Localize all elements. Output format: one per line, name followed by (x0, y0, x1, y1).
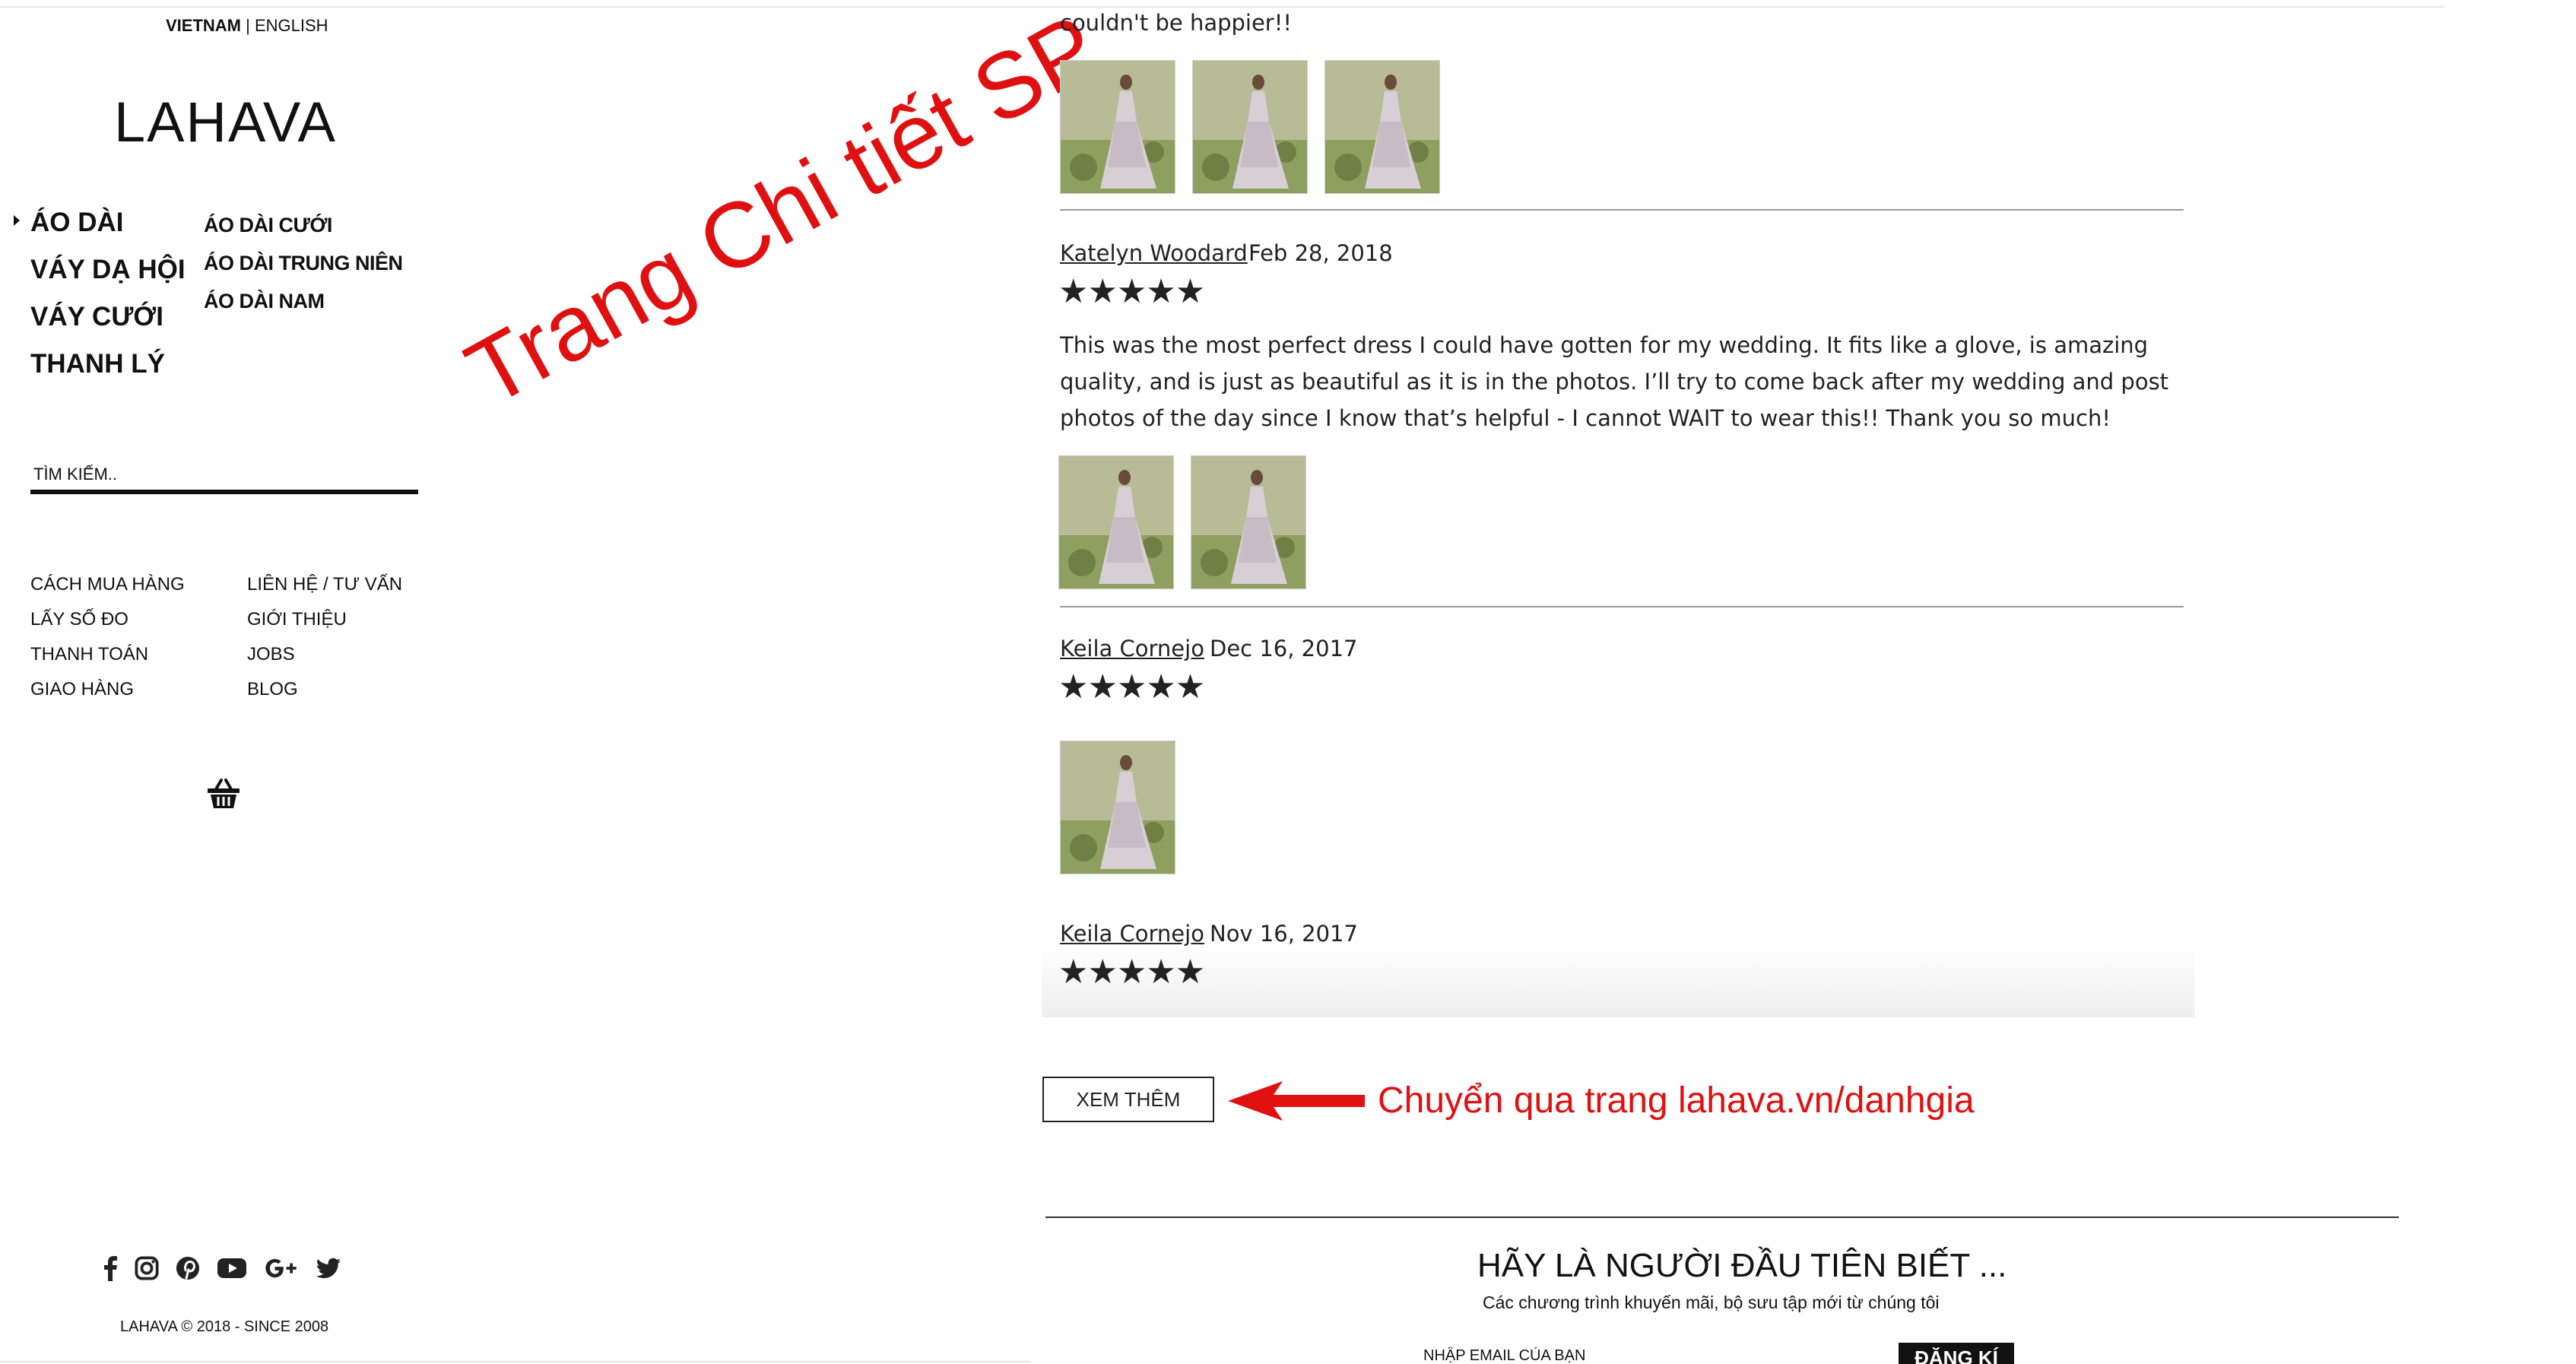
youtube-icon[interactable] (217, 1254, 247, 1283)
link-giao-hang[interactable]: GIAO HÀNG (30, 677, 185, 712)
lang-english[interactable]: ENGLISH (255, 16, 328, 35)
review-photo[interactable] (1060, 60, 1175, 194)
sub-menu: ÁO DÀI CƯỚI ÁO DÀI TRUNG NIÊN ÁO DÀI NAM (204, 211, 403, 325)
reviews-fade-overlay (1042, 941, 2194, 1017)
red-arrow-icon (1228, 1078, 1365, 1124)
review-date: Feb 28, 2018 (1248, 240, 1393, 266)
instagram-icon[interactable] (135, 1254, 159, 1283)
review-photo[interactable] (1192, 60, 1308, 194)
link-jobs[interactable]: JOBS (247, 642, 402, 677)
bottom-divider (0, 1361, 1031, 1362)
newsletter-email-input[interactable] (1423, 1347, 1880, 1364)
review-text: This was the most perfect dress I could … (1060, 332, 2169, 431)
facebook-icon[interactable] (103, 1254, 118, 1283)
see-more-button[interactable]: XEM THÊM (1042, 1077, 1214, 1122)
info-links-col2: LIÊN HỆ / TƯ VẤN GIỚI THIỆU JOBS BLOG (247, 572, 402, 712)
search-box (30, 459, 418, 494)
review-author[interactable]: Keila Cornejo (1060, 636, 1204, 661)
review-author[interactable]: Katelyn Woodard (1060, 240, 1248, 266)
link-blog[interactable]: BLOG (247, 677, 402, 712)
submenu-item-ao-dai-nam[interactable]: ÁO DÀI NAM (204, 287, 403, 325)
twitter-icon[interactable] (316, 1254, 341, 1283)
basket-icon[interactable] (205, 776, 242, 812)
review-rating: ★★★★★ (1058, 273, 1205, 310)
menu-item-vay-cuoi[interactable]: VÁY CƯỚI (30, 300, 186, 347)
menu-item-ao-dai[interactable]: ÁO DÀI (14, 205, 186, 252)
lang-vietnam[interactable]: VIETNAM (166, 16, 241, 35)
review-date: Dec 16, 2017 (1210, 636, 1358, 661)
review-photo[interactable] (1191, 455, 1306, 589)
review-divider (1060, 209, 2184, 211)
review-text: couldn't be happier!! (1060, 10, 1292, 36)
link-gioi-thieu[interactable]: GIỚI THIỆU (247, 607, 402, 642)
menu-item-vay-da-hoi[interactable]: VÁY DẠ HỘI (30, 252, 186, 300)
brand-logo[interactable]: LAHAVA (114, 90, 337, 154)
submenu-item-ao-dai-trung-nien[interactable]: ÁO DÀI TRUNG NIÊN (204, 249, 403, 287)
menu-item-thanh-ly[interactable]: THANH LÝ (30, 347, 186, 394)
link-lay-so-do[interactable]: LẤY SỐ ĐO (30, 607, 185, 642)
link-cach-mua-hang[interactable]: CÁCH MUA HÀNG (30, 572, 185, 607)
review-rating: ★★★★★ (1058, 668, 1205, 706)
main-menu: ÁO DÀI VÁY DẠ HỘI VÁY CƯỚI THANH LÝ (14, 205, 186, 394)
newsletter-subtitle: Các chương trình khuyến mãi, bộ sưu tập … (1483, 1293, 1940, 1312)
lang-separator: | (246, 16, 250, 35)
review-photo[interactable] (1058, 455, 1174, 589)
review-divider (1060, 606, 2184, 607)
newsletter-divider (1045, 1216, 2399, 1218)
link-thanh-toan[interactable]: THANH TOÁN (30, 642, 185, 677)
page-annotation-label: Trang Chi tiết SP (450, 0, 1115, 426)
link-lien-he[interactable]: LIÊN HỆ / TƯ VẤN (247, 572, 402, 607)
info-links-col1: CÁCH MUA HÀNG LẤY SỐ ĐO THANH TOÁN GIAO … (30, 572, 185, 712)
social-icons (103, 1253, 341, 1283)
review-photo[interactable] (1060, 741, 1175, 874)
copyright-text: LAHAVA © 2018 - SINCE 2008 (120, 1318, 329, 1335)
review-photo[interactable] (1324, 60, 1440, 194)
submenu-item-ao-dai-cuoi[interactable]: ÁO DÀI CƯỚI (204, 211, 403, 249)
search-input[interactable] (30, 459, 418, 490)
subscribe-button[interactable]: ĐĂNG KÍ (1899, 1343, 2014, 1364)
reviews-list: couldn't be happier!! Katelyn Woodard Fe… (1042, 0, 2194, 1017)
pinterest-icon[interactable] (176, 1254, 200, 1283)
redirect-annotation: Chuyển qua trang lahava.vn/danhgia (1378, 1080, 1975, 1121)
review-rating: ★★★★★ (1058, 953, 1205, 991)
newsletter-title: HÃY LÀ NGƯỜI ĐẦU TIÊN BIẾT ... (1477, 1247, 2007, 1284)
google-plus-icon[interactable] (264, 1254, 299, 1283)
language-switcher: VIETNAM | ENGLISH (166, 16, 328, 36)
